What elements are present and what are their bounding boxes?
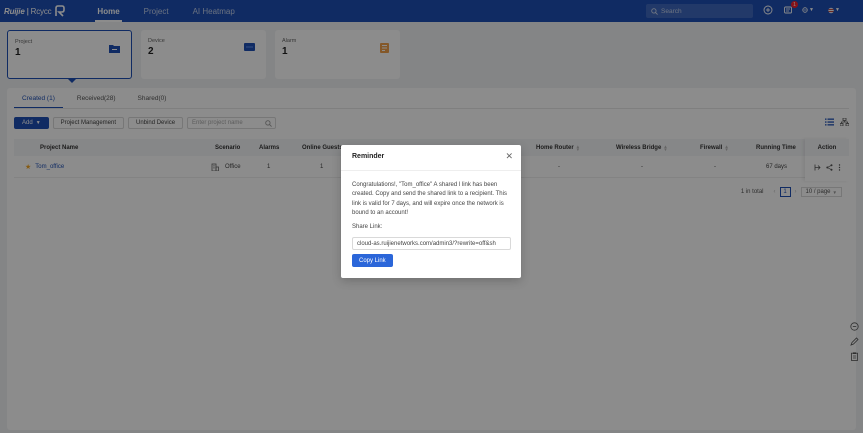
modal-title: Reminder (352, 153, 385, 160)
share-link-field[interactable]: cloud-as.ruijienetworks.com/admin3/?rewr… (352, 237, 511, 250)
copy-link-button[interactable]: Copy Link (352, 254, 393, 267)
close-icon[interactable]: ✕ (505, 152, 513, 161)
modal-message: Congratulations!, "Tom_office" A shared … (352, 182, 507, 217)
reminder-modal: Reminder ✕ Congratulations!, "Tom_office… (341, 145, 521, 278)
modal-divider (341, 170, 521, 171)
share-link-label: Share Link: (352, 224, 383, 230)
